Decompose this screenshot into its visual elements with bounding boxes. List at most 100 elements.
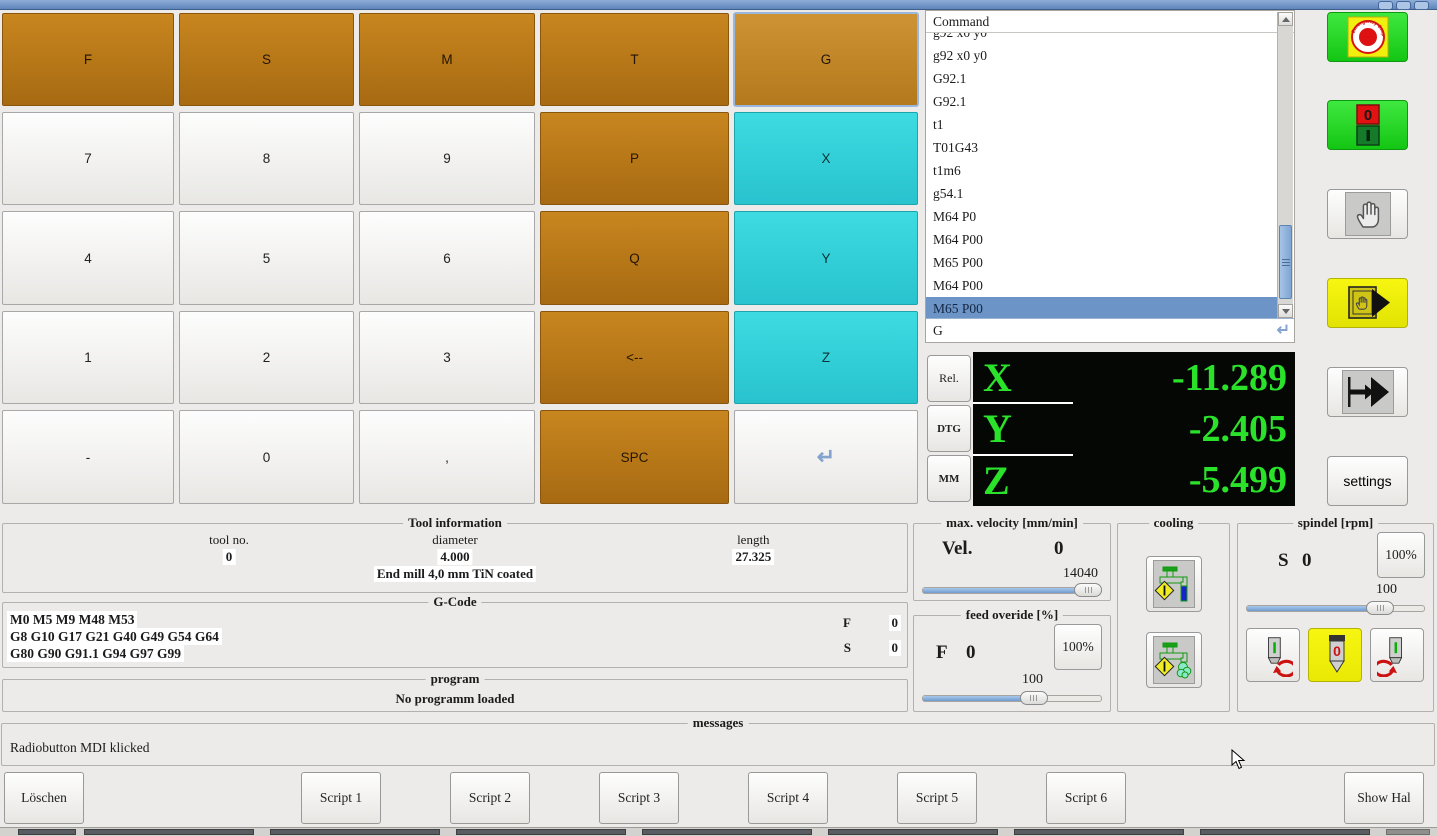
- key-space[interactable]: SPC: [540, 410, 729, 504]
- taskbar-window-button[interactable]: [270, 829, 440, 835]
- command-history-list[interactable]: g92 x0 y0 g92 x0 y0 G92.1 G92.1 t1 T01G4…: [926, 33, 1277, 318]
- command-history-item[interactable]: M64 P00: [926, 274, 1277, 297]
- taskbar-window-button[interactable]: [456, 829, 626, 835]
- scrollbar-thumb[interactable]: [1279, 225, 1292, 299]
- taskbar-window-button[interactable]: [642, 829, 812, 835]
- key-Q[interactable]: Q: [540, 211, 729, 305]
- flood-coolant-button[interactable]: [1146, 556, 1202, 612]
- tool-information-frame: Tool information tool no. diameter lengt…: [2, 516, 908, 593]
- gcode-frame: G-Code M0 M5 M9 M48 M53 G8 G10 G17 G21 G…: [2, 595, 908, 668]
- script-3-button[interactable]: Script 3: [599, 772, 679, 824]
- command-history-item[interactable]: G92.1: [926, 90, 1277, 113]
- taskbar-window-button[interactable]: [1386, 829, 1430, 835]
- command-history-item[interactable]: M64 P00: [926, 228, 1277, 251]
- key-Z[interactable]: Z: [734, 311, 918, 404]
- spindle-override-slider[interactable]: [1246, 600, 1425, 616]
- mdi-command-input[interactable]: G ↵: [926, 318, 1294, 342]
- machine-power-button[interactable]: 0: [1327, 100, 1408, 150]
- command-column-header[interactable]: Command: [926, 11, 1294, 33]
- key-2[interactable]: 2: [179, 311, 354, 404]
- key-backspace[interactable]: <--: [540, 311, 729, 404]
- manual-mode-button[interactable]: [1327, 189, 1408, 239]
- dro-dtg-button[interactable]: DTG: [927, 405, 971, 452]
- key-4[interactable]: 4: [2, 211, 174, 305]
- command-history-item[interactable]: G92.1: [926, 67, 1277, 90]
- taskbar-window-button[interactable]: [1014, 829, 1184, 835]
- mdi-mode-button[interactable]: [1327, 278, 1408, 328]
- command-scrollbar[interactable]: [1277, 12, 1293, 318]
- enter-icon[interactable]: ↵: [1277, 319, 1290, 342]
- dro-rel-button[interactable]: Rel.: [927, 355, 971, 402]
- key-6[interactable]: 6: [359, 211, 535, 305]
- key-3[interactable]: 3: [359, 311, 535, 404]
- svg-text:0: 0: [1363, 107, 1371, 124]
- emergency-stop-button[interactable]: Emergency Stop: [1327, 12, 1408, 62]
- command-history-item[interactable]: g92 x0 y0: [926, 44, 1277, 67]
- key-T[interactable]: T: [540, 13, 729, 106]
- slider-handle[interactable]: [1019, 691, 1048, 705]
- command-history-item[interactable]: t1: [926, 113, 1277, 136]
- command-history-item[interactable]: T01G43: [926, 136, 1277, 159]
- mist-coolant-button[interactable]: [1146, 632, 1202, 688]
- key-5[interactable]: 5: [179, 211, 354, 305]
- clear-button[interactable]: Löschen: [4, 772, 84, 824]
- spindle-right-button[interactable]: [1370, 628, 1424, 682]
- flood-coolant-icon: [1153, 560, 1195, 608]
- key-M[interactable]: M: [359, 13, 535, 106]
- taskbar-window-button[interactable]: [828, 829, 998, 835]
- command-history-item[interactable]: t1m6: [926, 159, 1277, 182]
- window-close-button[interactable]: [1414, 1, 1429, 10]
- window-maximize-button[interactable]: [1396, 1, 1411, 10]
- key-9[interactable]: 9: [359, 112, 535, 205]
- command-history-item[interactable]: M64 P0: [926, 205, 1277, 228]
- command-history-item-selected[interactable]: M65 P00: [926, 297, 1277, 318]
- spindle-reset-100-button[interactable]: 100%: [1377, 532, 1425, 578]
- script-5-button[interactable]: Script 5: [897, 772, 977, 824]
- command-history-item[interactable]: g92 x0 y0: [926, 33, 1277, 44]
- feed-reset-100-button[interactable]: 100%: [1054, 624, 1102, 670]
- key-8[interactable]: 8: [179, 112, 354, 205]
- key-1[interactable]: 1: [2, 311, 174, 404]
- spindle-scale-value: 100: [1376, 582, 1397, 597]
- key-S[interactable]: S: [179, 13, 354, 106]
- key-F[interactable]: F: [2, 13, 174, 106]
- key-P[interactable]: P: [540, 112, 729, 205]
- key-0[interactable]: 0: [179, 410, 354, 504]
- script-2-button[interactable]: Script 2: [450, 772, 530, 824]
- spindle-speed-value: 0: [1302, 550, 1312, 571]
- key-minus[interactable]: -: [2, 410, 174, 504]
- show-hal-button[interactable]: Show Hal: [1344, 772, 1424, 824]
- length-value: 27.325: [732, 549, 775, 565]
- key-G[interactable]: G: [733, 12, 919, 107]
- slider-handle[interactable]: [1366, 601, 1395, 615]
- script-6-button[interactable]: Script 6: [1046, 772, 1126, 824]
- max-velocity-title: max. velocity [mm/min]: [941, 516, 1083, 530]
- key-X[interactable]: X: [734, 112, 918, 205]
- command-history-item[interactable]: M65 P00: [926, 251, 1277, 274]
- script-1-button[interactable]: Script 1: [301, 772, 381, 824]
- velocity-max-value: 14040: [1063, 566, 1098, 581]
- dro-units-button[interactable]: MM: [927, 455, 971, 502]
- spindle-stop-icon: 0: [1329, 634, 1345, 673]
- max-velocity-slider[interactable]: [922, 582, 1102, 598]
- scrollbar-down-arrow[interactable]: [1278, 304, 1293, 318]
- feed-override-slider[interactable]: [922, 690, 1102, 706]
- taskbar-window-button[interactable]: [18, 829, 76, 835]
- program-status: No programm loaded: [395, 691, 515, 706]
- slider-handle[interactable]: [1074, 583, 1102, 597]
- spindle-stop-button[interactable]: 0: [1308, 628, 1362, 682]
- key-comma[interactable]: ,: [359, 410, 535, 504]
- key-7[interactable]: 7: [2, 112, 174, 205]
- key-enter[interactable]: ↵: [734, 410, 918, 504]
- window-minimize-button[interactable]: [1378, 1, 1393, 10]
- scrollbar-up-arrow[interactable]: [1278, 12, 1293, 26]
- taskbar-window-button[interactable]: [1200, 829, 1370, 835]
- spindle-left-button[interactable]: [1246, 628, 1300, 682]
- script-4-button[interactable]: Script 4: [748, 772, 828, 824]
- taskbar-window-button[interactable]: [84, 829, 254, 835]
- command-history-item[interactable]: g54.1: [926, 182, 1277, 205]
- key-Y[interactable]: Y: [734, 211, 918, 305]
- cooling-title: cooling: [1148, 516, 1199, 530]
- auto-mode-button[interactable]: [1327, 367, 1408, 417]
- settings-button[interactable]: settings: [1327, 456, 1408, 506]
